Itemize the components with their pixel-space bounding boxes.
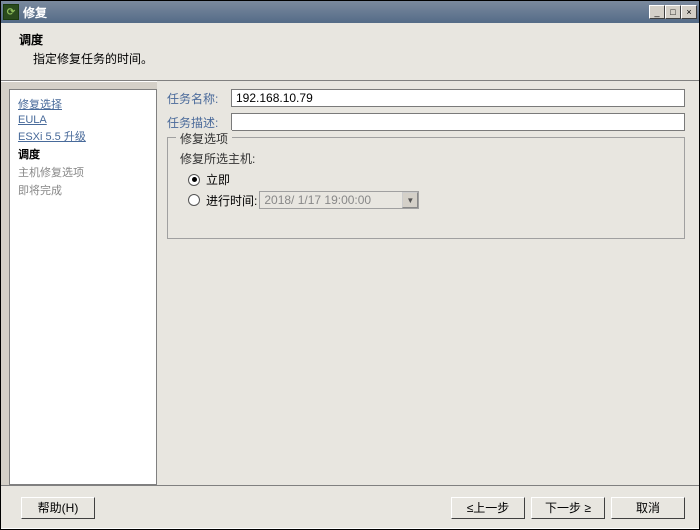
- wizard-steps-sidebar: 修复选择 EULA ESXi 5.5 升级 调度 主机修复选项 即将完成: [9, 89, 157, 485]
- task-desc-input[interactable]: [231, 113, 685, 131]
- step-host-options: 主机修复选项: [18, 164, 148, 180]
- radio-now-label: 立即: [206, 171, 230, 188]
- header: 调度 指定修复任务的时间。: [1, 23, 699, 81]
- datetime-value: 2018/ 1/17 19:00:00: [264, 193, 371, 207]
- main-panel: 任务名称: 任务描述: 修复选项 修复所选主机: 立即 进行时间: 2018/ …: [157, 81, 699, 485]
- step-ready: 即将完成: [18, 182, 148, 198]
- titlebar: ⟳ 修复 _ □ ×: [1, 1, 699, 23]
- radio-row-now[interactable]: 立即: [188, 171, 674, 188]
- footer: 帮助(H) ≤上一步 下一步 ≥ 取消: [1, 485, 699, 529]
- app-icon: ⟳: [3, 4, 19, 20]
- step-esxi-upgrade[interactable]: ESXi 5.5 升级: [18, 128, 148, 144]
- task-name-input[interactable]: [231, 89, 685, 107]
- task-name-label: 任务名称:: [167, 90, 231, 107]
- remediate-options-group: 修复选项 修复所选主机: 立即 进行时间: 2018/ 1/17 19:00:0…: [167, 137, 685, 239]
- step-schedule[interactable]: 调度: [18, 146, 148, 162]
- radio-time[interactable]: [188, 194, 200, 206]
- help-button[interactable]: 帮助(H): [21, 497, 95, 519]
- maximize-button[interactable]: □: [665, 5, 681, 19]
- remediate-options-legend: 修复选项: [176, 130, 232, 147]
- task-desc-label: 任务描述:: [167, 114, 231, 131]
- close-button[interactable]: ×: [681, 5, 697, 19]
- radio-row-time[interactable]: 进行时间: 2018/ 1/17 19:00:00 ▼: [188, 191, 674, 209]
- page-title: 调度: [19, 31, 687, 48]
- datetime-picker: 2018/ 1/17 19:00:00 ▼: [259, 191, 419, 209]
- step-remediate-select[interactable]: 修复选择: [18, 96, 148, 112]
- radio-now[interactable]: [188, 174, 200, 186]
- radio-time-label: 进行时间:: [206, 192, 257, 209]
- remediate-host-label: 修复所选主机:: [180, 150, 674, 167]
- cancel-button[interactable]: 取消: [611, 497, 685, 519]
- minimize-button[interactable]: _: [649, 5, 665, 19]
- step-eula[interactable]: EULA: [18, 114, 148, 126]
- datetime-dropdown-icon: ▼: [402, 192, 418, 208]
- page-subtitle: 指定修复任务的时间。: [33, 50, 687, 67]
- back-button[interactable]: ≤上一步: [451, 497, 525, 519]
- next-button[interactable]: 下一步 ≥: [531, 497, 605, 519]
- window-title: 修复: [23, 4, 649, 21]
